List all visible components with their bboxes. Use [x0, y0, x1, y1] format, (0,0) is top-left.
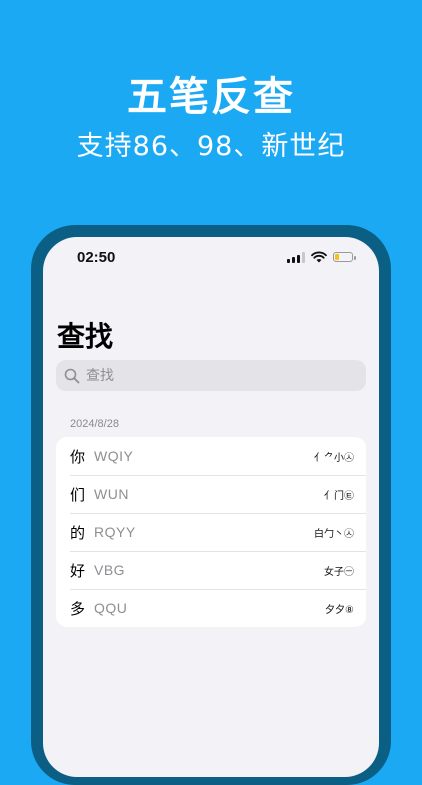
list-item-code: WUN [94, 486, 129, 502]
list-item[interactable]: 的 RQYY 白勹丶㉦ [56, 513, 366, 551]
list-item[interactable]: 好 VBG 女子㊀ [56, 551, 366, 589]
list-item[interactable]: 多 QQU 夕夕⑧ [56, 589, 366, 627]
list-item-code: VBG [94, 562, 126, 578]
status-time: 02:50 [77, 249, 116, 266]
hero-subtitle: 支持86、98、新世纪 [76, 131, 346, 162]
history-date-header: 2024/8/28 [70, 418, 119, 430]
list-item-roots: 女子㊀ [324, 566, 354, 578]
list-item-char: 多 [70, 599, 86, 618]
list-item-char: 好 [70, 561, 86, 580]
list-item-char: 你 [70, 447, 86, 466]
list-item-code: QQU [94, 600, 128, 616]
search-bar[interactable] [56, 360, 366, 391]
wifi-icon [311, 251, 327, 263]
search-icon [64, 368, 80, 383]
status-icons [287, 251, 356, 263]
cellular-signal-icon [287, 251, 305, 263]
search-input[interactable] [84, 366, 358, 385]
list-item[interactable]: 们 WUN 亻门㉫ [56, 475, 366, 513]
list-item-roots: 白勹丶㉦ [314, 528, 354, 540]
list-item-char: 的 [70, 523, 86, 542]
page-title: 查找 [57, 320, 114, 353]
list-item-code: RQYY [94, 524, 136, 540]
phone-screen: 02:50 查找 2024/8/28 你 WQIY 亻⺈小㉦ [43, 237, 379, 777]
list-item[interactable]: 你 WQIY 亻⺈小㉦ [56, 437, 366, 475]
hero-title: 五笔反查 [127, 74, 295, 120]
list-item-code: WQIY [94, 448, 134, 464]
battery-level [335, 254, 339, 260]
list-item-roots: 夕夕⑧ [325, 604, 354, 616]
history-list: 你 WQIY 亻⺈小㉦ 们 WUN 亻门㉫ 的 RQYY 白勹丶㉦ 好 VBG … [56, 437, 366, 627]
battery-icon [333, 252, 356, 262]
list-item-roots: 亻⺈小㉦ [314, 452, 354, 464]
list-item-roots: 亻门㉫ [324, 490, 354, 502]
list-item-char: 们 [70, 485, 86, 504]
